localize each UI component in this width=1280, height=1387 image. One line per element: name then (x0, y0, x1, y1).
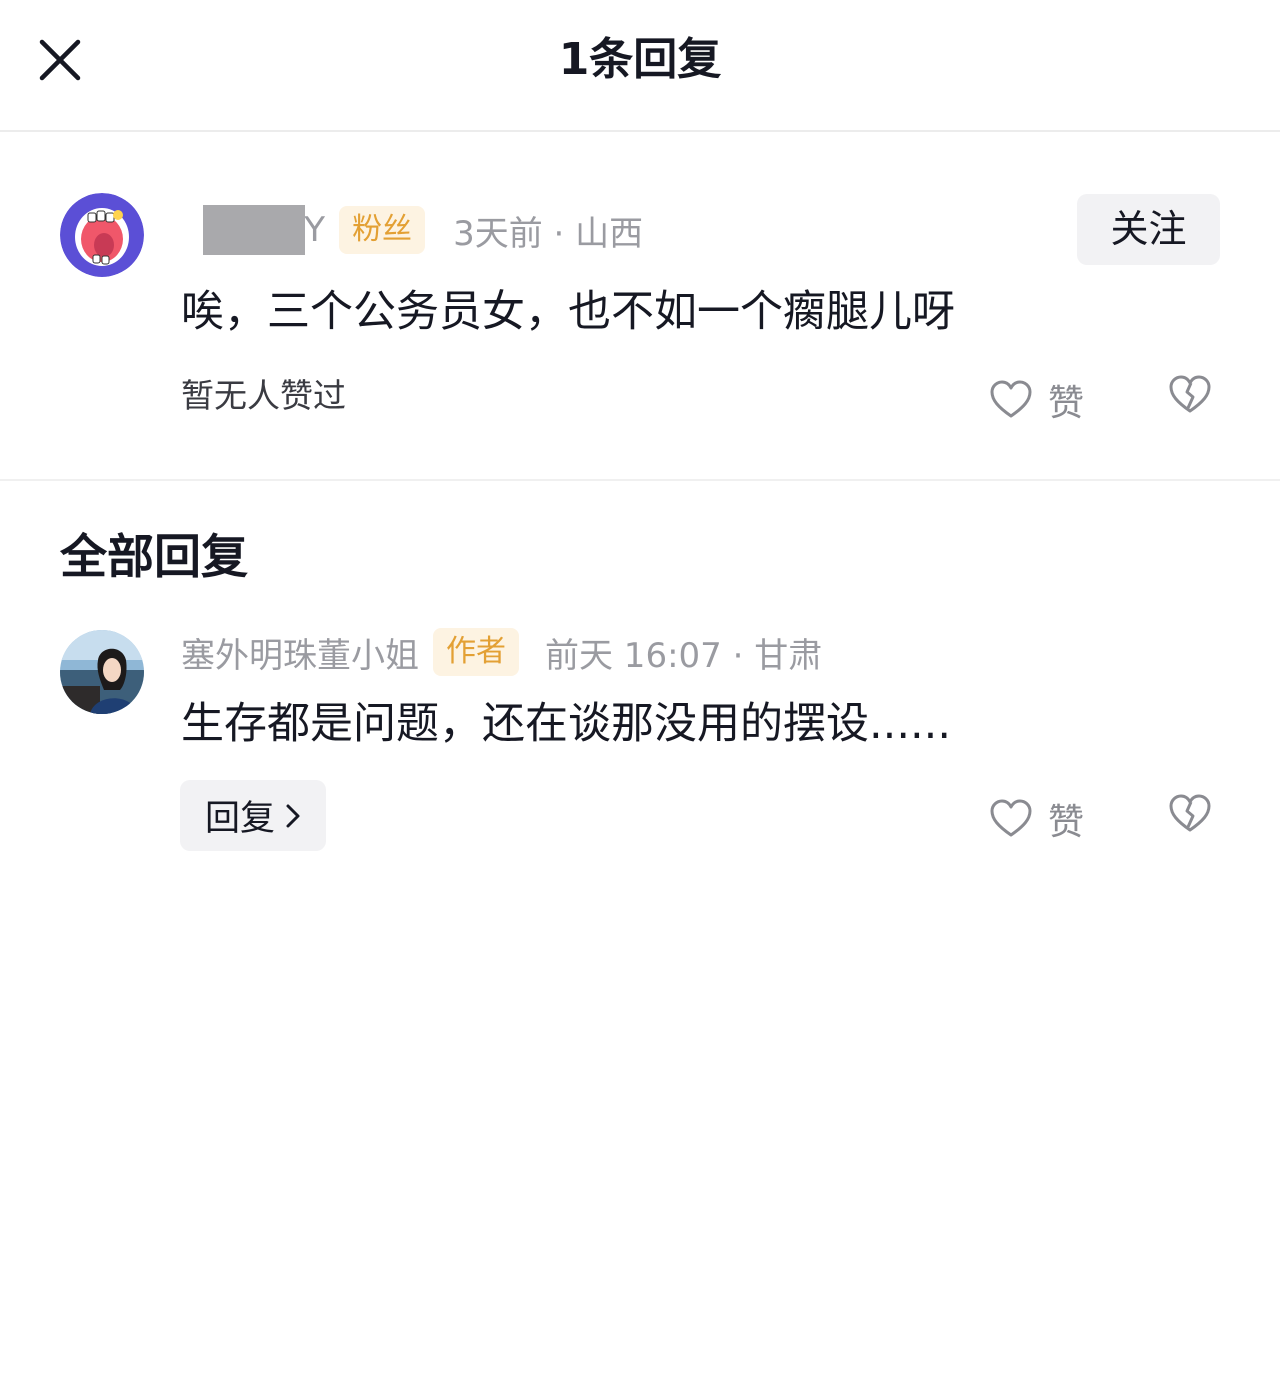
like-button[interactable]: 赞 (990, 374, 1084, 426)
page-title: 1条回复 (558, 34, 722, 85)
reply-like-button[interactable]: 赞 (990, 793, 1084, 845)
avatar[interactable] (60, 193, 144, 277)
author-badge: 作者 (433, 628, 519, 676)
reply-button[interactable]: 回复 (180, 780, 326, 851)
username[interactable]: 然 _EY (181, 205, 325, 255)
cartoon-mouth-avatar-icon (60, 193, 144, 277)
reply-text: 生存都是问题，还在谈那没用的摆设...... (181, 699, 952, 749)
section-title: 全部回复 (60, 530, 248, 585)
broken-heart-icon (1169, 375, 1211, 413)
reply-label: 回复 (204, 799, 275, 839)
fan-badge: 粉丝 (339, 206, 426, 254)
like-label: 赞 (1048, 383, 1085, 424)
comment-text: 唉，三个公务员女，也不如一个瘸腿儿呀 (181, 287, 955, 337)
heart-icon (990, 799, 1032, 837)
broken-heart-icon (1169, 794, 1211, 832)
reply-username[interactable]: 塞外明珠董小姐 (181, 628, 419, 677)
reply-time-location: 前天 16:07 · 甘肃 (545, 635, 823, 676)
reply-meta: 塞外明珠董小姐 作者 前天 16:07 · 甘肃 (181, 627, 822, 677)
follow-button[interactable]: 关注 (1077, 194, 1220, 265)
likes-summary: 暂无人赞过 (181, 376, 346, 415)
heart-icon (990, 380, 1032, 418)
section-divider (0, 479, 1280, 481)
comment-meta: 然 _EY 粉丝 3天前 · 山西 (181, 205, 643, 255)
chevron-right-icon (286, 804, 300, 827)
redaction-block (203, 205, 305, 255)
reply-dislike-button[interactable] (1169, 793, 1211, 835)
reply-avatar[interactable] (60, 630, 144, 714)
dislike-button[interactable] (1169, 374, 1211, 416)
time-location: 3天前 · 山西 (453, 213, 644, 254)
top-bar: 1条回复 (0, 0, 1280, 132)
photo-avatar-icon (60, 630, 144, 714)
like-label: 赞 (1048, 802, 1085, 843)
